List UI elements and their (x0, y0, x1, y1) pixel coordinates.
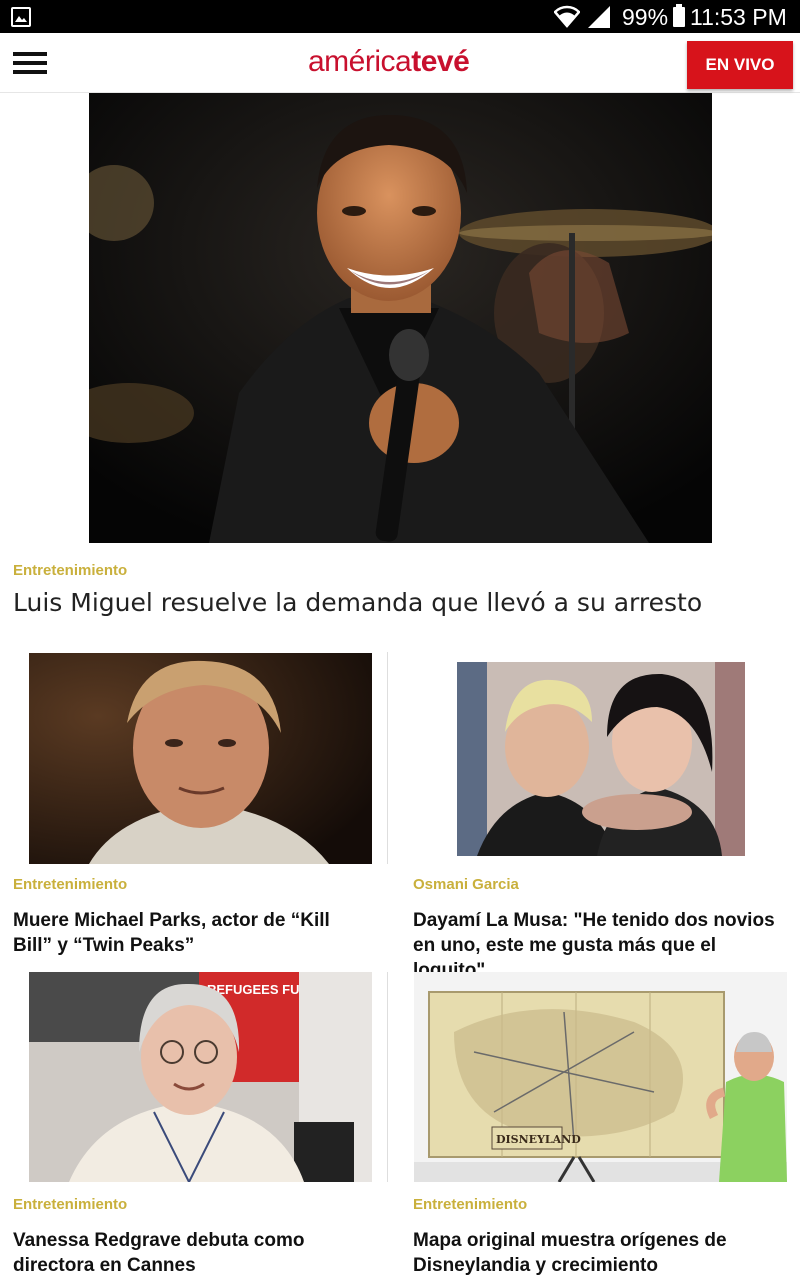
app-header: américatevé EN VIVO (0, 33, 800, 93)
card-headline[interactable]: Mapa original muestra orígenes de Disney… (413, 1228, 788, 1278)
hero-category[interactable]: Entretenimiento (13, 562, 127, 579)
america-teve-logo[interactable]: américatevé (308, 45, 470, 79)
wifi-icon (554, 5, 580, 28)
map-label: DISNEYLAND (496, 1133, 581, 1146)
logo-text-bold: tevé (411, 45, 470, 78)
article-image-disneyland-map[interactable]: DISNEYLAND (414, 972, 787, 1182)
gallery-notification-icon (11, 7, 31, 27)
card-category[interactable]: Entretenimiento (13, 1196, 127, 1213)
hero-article-image[interactable] (89, 93, 712, 543)
battery-percentage: 99% (622, 4, 669, 30)
column-divider (387, 652, 388, 864)
card-category[interactable]: Entretenimiento (413, 1196, 527, 1213)
live-button[interactable]: EN VIVO (687, 41, 793, 89)
article-image-michael-parks[interactable] (29, 653, 372, 864)
status-bar: 99% 11:53 PM (0, 0, 800, 33)
card-headline[interactable]: Vanessa Redgrave debuta como directora e… (13, 1228, 383, 1278)
signal-icon (588, 6, 610, 28)
article-image-dayami[interactable] (457, 662, 745, 856)
clock: 11:53 PM (690, 4, 787, 30)
hamburger-menu-icon[interactable] (13, 52, 47, 74)
battery-icon (673, 4, 685, 27)
hero-headline[interactable]: Luis Miguel resuelve la demanda que llev… (13, 588, 783, 617)
article-image-vanessa-redgrave[interactable]: REFUGEES FUTURE (29, 972, 372, 1182)
card-category[interactable]: Osmani Garcia (413, 876, 519, 893)
card-headline[interactable]: Muere Michael Parks, actor de “Kill Bill… (13, 908, 373, 958)
logo-text-light: américa (308, 45, 412, 78)
card-category[interactable]: Entretenimiento (13, 876, 127, 893)
column-divider (387, 972, 388, 1182)
